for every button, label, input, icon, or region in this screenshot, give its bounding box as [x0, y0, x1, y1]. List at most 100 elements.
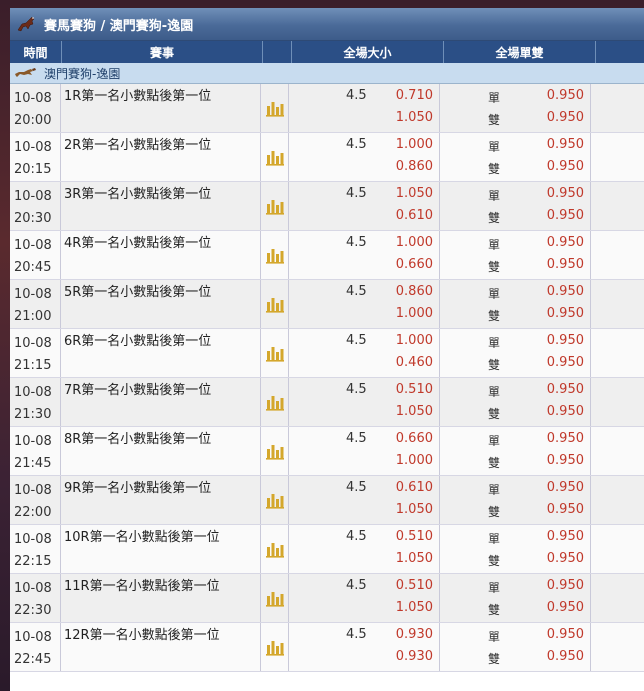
even-odds[interactable]: 0.950 — [547, 502, 584, 517]
stats-chart-icon[interactable] — [261, 182, 289, 230]
col-header-extra — [596, 41, 644, 63]
event-name: 2R第一名小數點後第一位 — [61, 133, 261, 181]
time-cell: 10-08 22:30 — [10, 574, 61, 622]
stats-chart-icon[interactable] — [261, 574, 289, 622]
odd-odds[interactable]: 0.950 — [547, 578, 584, 593]
horse-logo-icon — [17, 16, 35, 32]
even-odds[interactable]: 0.950 — [547, 110, 584, 125]
even-odds[interactable]: 0.950 — [547, 600, 584, 615]
odd-even-cell: 單 0.950 雙 0.950 — [440, 574, 591, 622]
odd-odds[interactable]: 0.950 — [547, 284, 584, 299]
match-date: 10-08 — [14, 434, 52, 449]
odd-odds[interactable]: 0.950 — [547, 382, 584, 397]
odd-odds[interactable]: 0.950 — [547, 186, 584, 201]
over-odds[interactable]: 0.510 — [396, 578, 433, 593]
over-under-cell: 4.5 1.000 0.460 — [289, 329, 440, 377]
over-odds[interactable]: 0.610 — [396, 480, 433, 495]
stats-chart-icon[interactable] — [261, 525, 289, 573]
stats-chart-icon[interactable] — [261, 280, 289, 328]
stats-chart-icon[interactable] — [261, 133, 289, 181]
stats-chart-icon[interactable] — [261, 84, 289, 132]
under-odds[interactable]: 0.660 — [396, 257, 433, 272]
odd-even-cell: 單 0.950 雙 0.950 — [440, 623, 591, 671]
extra-cell — [591, 182, 644, 230]
odd-label: 單 — [488, 336, 501, 350]
over-odds[interactable]: 0.660 — [396, 431, 433, 446]
extra-cell — [591, 476, 644, 524]
under-odds[interactable]: 0.460 — [396, 355, 433, 370]
over-odds[interactable]: 0.710 — [396, 88, 433, 103]
match-date: 10-08 — [14, 238, 52, 253]
even-odds[interactable]: 0.950 — [547, 404, 584, 419]
under-odds[interactable]: 1.050 — [396, 502, 433, 517]
under-odds[interactable]: 0.610 — [396, 208, 433, 223]
match-date: 10-08 — [14, 140, 52, 155]
under-odds[interactable]: 1.050 — [396, 404, 433, 419]
odd-odds[interactable]: 0.950 — [547, 627, 584, 642]
odd-odds[interactable]: 0.950 — [547, 235, 584, 250]
under-odds[interactable]: 1.050 — [396, 110, 433, 125]
odd-label: 單 — [488, 532, 501, 546]
match-row: 10-08 22:15 10R第一名小數點後第一位 4.5 0.510 1.05… — [10, 525, 644, 574]
under-odds[interactable]: 1.000 — [396, 306, 433, 321]
stats-chart-icon[interactable] — [261, 329, 289, 377]
odd-label: 單 — [488, 91, 501, 105]
odd-even-cell: 單 0.950 雙 0.950 — [440, 133, 591, 181]
match-row: 10-08 20:00 1R第一名小數點後第一位 4.5 0.710 1.050… — [10, 84, 644, 133]
over-odds[interactable]: 1.000 — [396, 235, 433, 250]
over-under-cell: 4.5 0.510 1.050 — [289, 525, 440, 573]
stats-chart-icon[interactable] — [261, 623, 289, 671]
over-odds[interactable]: 1.000 — [396, 333, 433, 348]
even-odds[interactable]: 0.950 — [547, 355, 584, 370]
over-odds[interactable]: 0.510 — [396, 382, 433, 397]
time-cell: 10-08 20:30 — [10, 182, 61, 230]
over-under-cell: 4.5 0.510 1.050 — [289, 378, 440, 426]
under-odds[interactable]: 0.930 — [396, 649, 433, 664]
under-odds[interactable]: 1.000 — [396, 453, 433, 468]
time-cell: 10-08 20:00 — [10, 84, 61, 132]
match-row: 10-08 20:45 4R第一名小數點後第一位 4.5 1.000 0.660… — [10, 231, 644, 280]
even-odds[interactable]: 0.950 — [547, 649, 584, 664]
handicap-line: 4.5 — [346, 431, 367, 446]
even-odds[interactable]: 0.950 — [547, 208, 584, 223]
odd-odds[interactable]: 0.950 — [547, 529, 584, 544]
match-row: 10-08 22:00 9R第一名小數點後第一位 4.5 0.610 1.050… — [10, 476, 644, 525]
even-odds[interactable]: 0.950 — [547, 453, 584, 468]
match-time: 22:00 — [14, 505, 52, 520]
even-odds[interactable]: 0.950 — [547, 159, 584, 174]
over-odds[interactable]: 1.000 — [396, 137, 433, 152]
even-odds[interactable]: 0.950 — [547, 551, 584, 566]
over-odds[interactable]: 0.930 — [396, 627, 433, 642]
odd-even-cell: 單 0.950 雙 0.950 — [440, 378, 591, 426]
odd-label: 單 — [488, 483, 501, 497]
event-name: 1R第一名小數點後第一位 — [61, 84, 261, 132]
even-label: 雙 — [488, 211, 501, 225]
even-label: 雙 — [488, 113, 501, 127]
over-under-cell: 4.5 0.860 1.000 — [289, 280, 440, 328]
stats-chart-icon[interactable] — [261, 378, 289, 426]
under-odds[interactable]: 1.050 — [396, 551, 433, 566]
odd-odds[interactable]: 0.950 — [547, 88, 584, 103]
even-odds[interactable]: 0.950 — [547, 306, 584, 321]
match-row: 10-08 22:45 12R第一名小數點後第一位 4.5 0.930 0.93… — [10, 623, 644, 672]
event-name: 9R第一名小數點後第一位 — [61, 476, 261, 524]
match-date: 10-08 — [14, 483, 52, 498]
under-odds[interactable]: 1.050 — [396, 600, 433, 615]
match-date: 10-08 — [14, 630, 52, 645]
match-time: 21:30 — [14, 407, 52, 422]
over-odds[interactable]: 0.510 — [396, 529, 433, 544]
extra-cell — [591, 329, 644, 377]
odd-odds[interactable]: 0.950 — [547, 431, 584, 446]
stats-chart-icon[interactable] — [261, 476, 289, 524]
handicap-line: 4.5 — [346, 382, 367, 397]
odd-odds[interactable]: 0.950 — [547, 137, 584, 152]
over-odds[interactable]: 1.050 — [396, 186, 433, 201]
time-cell: 10-08 21:30 — [10, 378, 61, 426]
even-odds[interactable]: 0.950 — [547, 257, 584, 272]
odd-odds[interactable]: 0.950 — [547, 333, 584, 348]
odd-odds[interactable]: 0.950 — [547, 480, 584, 495]
over-odds[interactable]: 0.860 — [396, 284, 433, 299]
stats-chart-icon[interactable] — [261, 427, 289, 475]
under-odds[interactable]: 0.860 — [396, 159, 433, 174]
stats-chart-icon[interactable] — [261, 231, 289, 279]
